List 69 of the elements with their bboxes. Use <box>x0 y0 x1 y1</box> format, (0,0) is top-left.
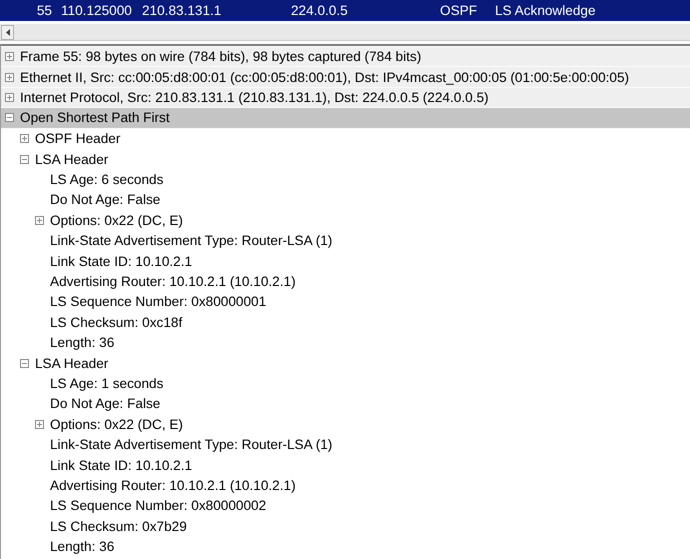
tree-row[interactable]: Link-State Advertisement Type: Router-LSA (1) <box>1 434 690 455</box>
tree-item-label: LSA Header <box>35 356 108 371</box>
tree-row[interactable]: LSA Header <box>1 352 690 374</box>
tree-item-label: Link-State Advertisement Type: Router-LSA (1) <box>50 437 332 452</box>
packet-row[interactable]: 55 110.125000 210.83.131.1 224.0.0.5 OSPF LS Acknowledge <box>0 0 690 21</box>
tree-item-label: OSPF Header <box>35 131 120 146</box>
expand-icon[interactable] <box>35 216 44 225</box>
tree-item-label: LS Checksum: 0x7b29 <box>50 518 187 534</box>
tree-row[interactable]: Options: 0x22 (DC, E) <box>1 210 690 231</box>
tree-row[interactable]: Advertising Router: 10.10.2.1 (10.10.2.1) <box>1 271 690 292</box>
tree-row[interactable]: LS Checksum: 0xc18f <box>1 312 690 332</box>
left-arrow-icon <box>6 29 10 36</box>
tree-row[interactable]: LS Age: 6 seconds <box>1 169 690 190</box>
tree-row[interactable]: Link State ID: 10.10.2.1 <box>1 454 690 476</box>
tree-row[interactable]: Length: 36 <box>1 332 690 353</box>
expand-icon[interactable] <box>20 134 29 144</box>
tree-item-label: Length: 36 <box>50 335 114 350</box>
tree-row[interactable]: Ethernet II, Src: cc:00:05:d8:00:01 (cc:00:05:d8:00:01), Dst: IPv4mcast_00:00:05 (01:00:5e:00:00:05) <box>1 67 690 88</box>
tree-item-label: Link State ID: 10.10.2.1 <box>50 254 192 269</box>
tree-item-label: Open Shortest Path First <box>20 110 170 126</box>
packet-cell-text: 110.125000 <box>60 3 133 18</box>
tree-row[interactable]: Internet Protocol, Src: 210.83.131.1 (210.83.131.1), Dst: 224.0.0.5 (224.0.0.5) <box>1 88 690 108</box>
tree-item-label: Frame 55: 98 bytes on wire (784 bits), 98 bytes captured (784 bits) <box>20 49 422 64</box>
tree-item-label: Options: 0x22 (DC, E) <box>50 416 183 432</box>
collapse-icon[interactable] <box>5 113 14 122</box>
tree-row[interactable]: Length: 36 <box>1 536 690 557</box>
tree-item-label: LS Checksum: 0xc18f <box>50 314 182 330</box>
tree-item-label: LS Age: 6 seconds <box>50 172 164 188</box>
tree-row[interactable]: Frame 55: 98 bytes on wire (784 bits), 98 bytes captured (784 bits) <box>1 47 690 68</box>
tree-row[interactable]: LS Age: 1 seconds <box>1 373 690 394</box>
tree-item-label: Do Not Age: False <box>50 192 160 208</box>
tree-row[interactable]: LS Sequence Number: 0x80000001 <box>1 292 690 312</box>
tree-row[interactable]: Options: 0x22 (DC, E) <box>1 414 690 434</box>
tree-row[interactable]: Advertising Router: 10.10.2.1 (10.10.2.1) <box>1 475 690 496</box>
tree-item-label: Length: 36 <box>50 539 114 554</box>
tree-row[interactable]: LSA Header <box>1 148 690 170</box>
tree-item-label: Do Not Age: False <box>50 396 160 412</box>
tree-row[interactable]: Link State ID: 10.10.2.1 <box>1 250 690 272</box>
tree-row[interactable]: LS Checksum: 0x7b29 <box>1 516 690 536</box>
tree-item-label: LS Sequence Number: 0x80000002 <box>50 498 266 514</box>
tree-item-label: Advertising Router: 10.10.2.1 (10.10.2.1) <box>50 478 296 493</box>
expand-icon[interactable] <box>5 72 14 82</box>
tree-item-label: Advertising Router: 10.10.2.1 (10.10.2.1) <box>50 274 296 289</box>
tree-item-label: Link-State Advertisement Type: Router-LSA (1) <box>50 233 332 248</box>
scroll-left-button[interactable] <box>1 25 14 40</box>
packet-cell-text: 55 <box>36 3 53 18</box>
expand-icon[interactable] <box>5 92 14 102</box>
packet-cell-text: LS Acknowledge <box>494 3 597 18</box>
horizontal-scrollbar[interactable] <box>0 23 690 41</box>
expand-icon[interactable] <box>35 420 44 429</box>
tree-row[interactable]: Do Not Age: False <box>1 394 690 414</box>
tree-row[interactable]: Open Shortest Path First <box>1 108 690 129</box>
tree-item-label: Ethernet II, Src: cc:00:05:d8:00:01 (cc:00:05:d8:00:01), Dst: IPv4mcast_00:00:05 (01:00:5e:00:00:05) <box>20 70 630 85</box>
tree-item-label: Link State ID: 10.10.2.1 <box>50 458 192 472</box>
tree-row[interactable]: OSPF Header <box>1 128 690 149</box>
packet-cell-text: OSPF <box>439 3 478 18</box>
tree-row[interactable]: Link-State Advertisement Type: Router-LSA (1) <box>1 230 690 251</box>
packet-cell-text: 210.83.131.1 <box>141 3 222 18</box>
tree-item-label: LSA Header <box>35 152 108 167</box>
tree-item-label: Internet Protocol, Src: 210.83.131.1 (210.83.131.1), Dst: 224.0.0.5 (224.0.0.5) <box>20 90 489 105</box>
tree-row[interactable]: Do Not Age: False <box>1 190 690 210</box>
packet-cell-text: 224.0.0.5 <box>290 3 349 18</box>
expand-icon[interactable] <box>5 52 14 62</box>
collapse-icon[interactable] <box>20 358 29 368</box>
tree-item-label: LS Age: 1 seconds <box>50 376 164 391</box>
tree-row[interactable]: LS Sequence Number: 0x80000002 <box>1 496 690 516</box>
tree-item-label: Options: 0x22 (DC, E) <box>50 212 183 228</box>
tree-item-label: LS Sequence Number: 0x80000001 <box>50 294 266 310</box>
collapse-icon[interactable] <box>20 154 29 164</box>
